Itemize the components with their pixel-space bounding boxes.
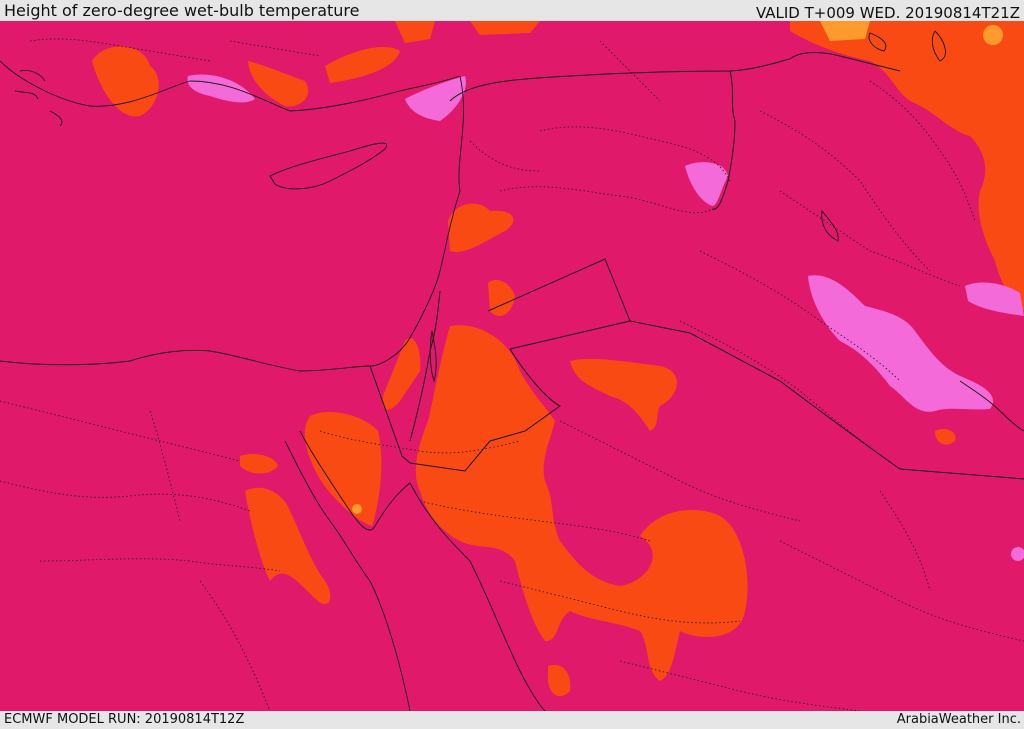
credit-label: ArabiaWeather Inc. bbox=[896, 712, 1021, 727]
valid-time-label: VALID T+009 WED. 20190814T21Z bbox=[755, 4, 1020, 22]
weather-map[interactable] bbox=[0, 21, 1024, 711]
model-run-label: ECMWF MODEL RUN: 20190814T12Z bbox=[4, 712, 245, 727]
area-sinai-peak bbox=[352, 504, 362, 514]
header-bar: Height of zero-degree wet-bulb temperatu… bbox=[0, 0, 1024, 21]
area-caspian-peak bbox=[983, 25, 1003, 45]
area-caucasus bbox=[470, 21, 540, 35]
map-title: Height of zero-degree wet-bulb temperatu… bbox=[4, 1, 360, 20]
